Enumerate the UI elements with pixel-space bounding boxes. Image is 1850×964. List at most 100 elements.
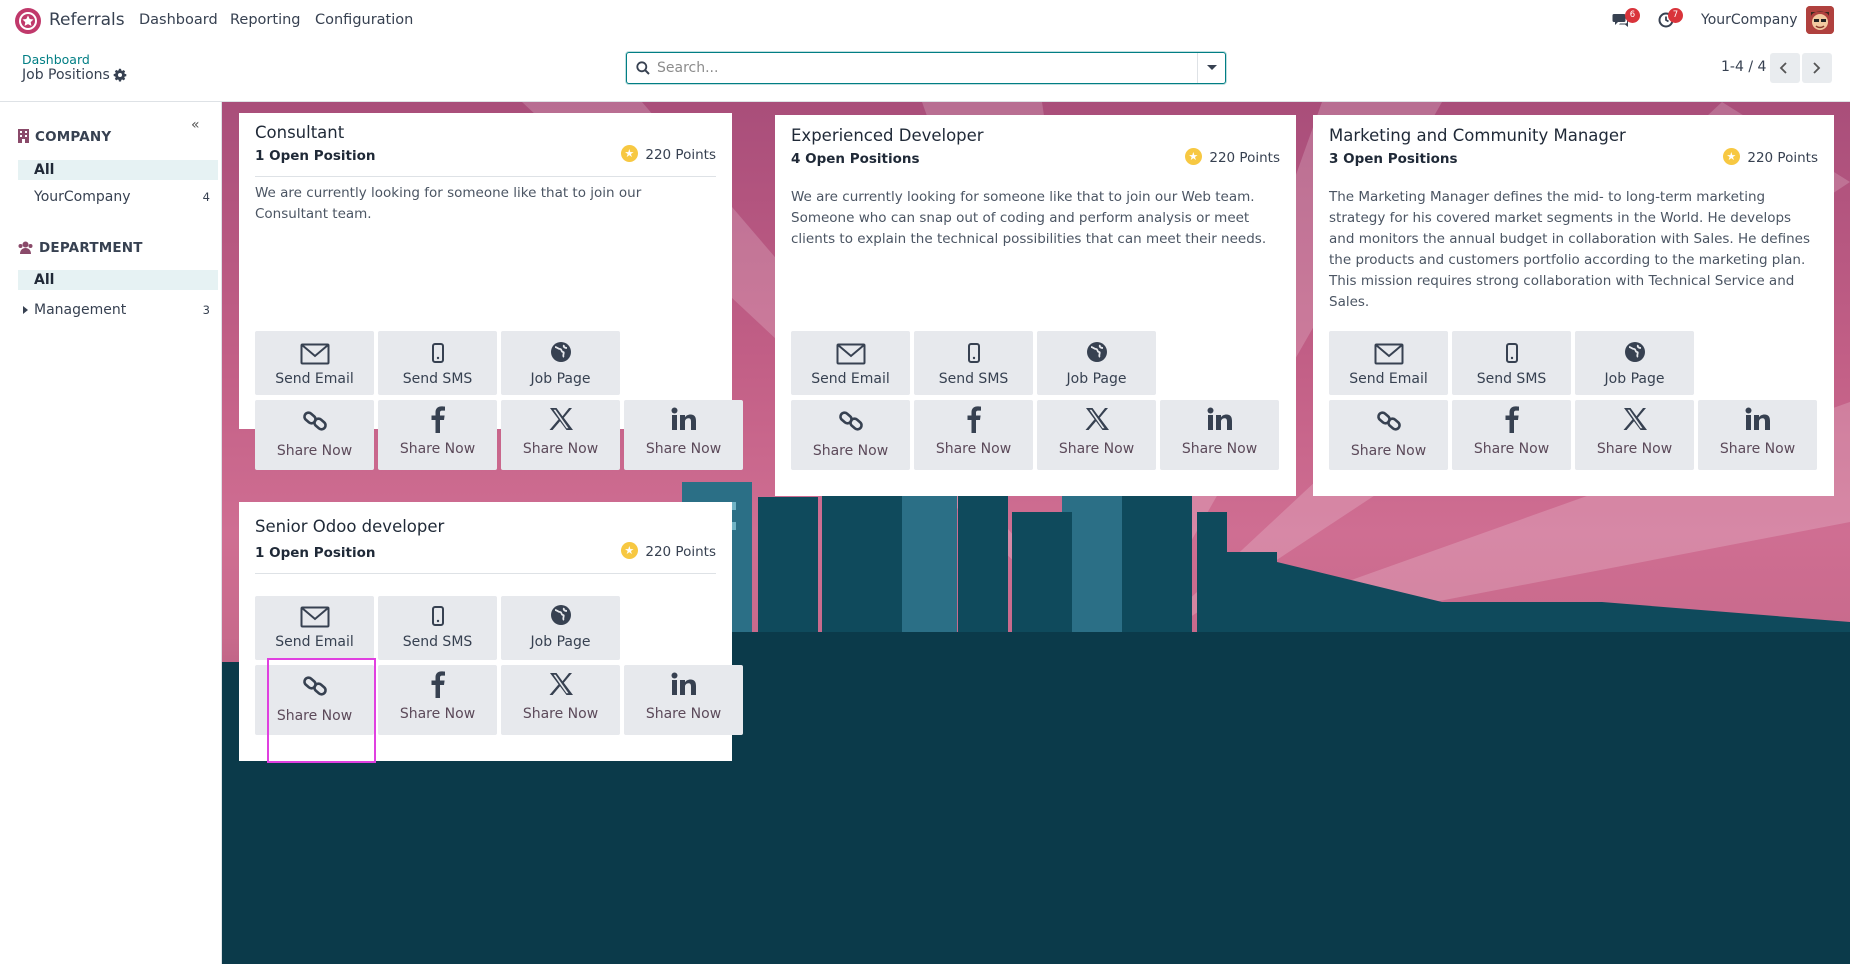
- open-positions: 4 Open Positions: [791, 151, 920, 167]
- search-options-dropdown[interactable]: [1197, 53, 1225, 83]
- button-label: Share Now: [1058, 441, 1135, 457]
- share-facebook-button[interactable]: Share Now: [1452, 400, 1571, 470]
- job-page-button[interactable]: Job Page: [1575, 331, 1694, 395]
- open-positions: 3 Open Positions: [1329, 151, 1458, 167]
- points-value: 220 Points: [1747, 150, 1818, 166]
- job-page-button[interactable]: Job Page: [501, 596, 620, 660]
- sidebar-item-label: Management: [34, 302, 127, 318]
- share-x-button[interactable]: Share Now: [1575, 400, 1694, 470]
- company-switcher[interactable]: YourCompany: [1701, 12, 1798, 28]
- send-email-button[interactable]: Send Email: [255, 596, 374, 660]
- linkedin-icon: [671, 672, 696, 695]
- share-x-button[interactable]: Share Now: [501, 665, 620, 735]
- share-linkedin-button[interactable]: Share Now: [1160, 400, 1279, 470]
- sidebar-item-yourcompany[interactable]: YourCompany 4: [18, 187, 218, 207]
- send-sms-button[interactable]: Send SMS: [1452, 331, 1571, 395]
- job-card-senior-odoo-developer[interactable]: Senior Odoo developer 1 Open Position 22…: [239, 502, 743, 761]
- button-label: Job Page: [1604, 371, 1665, 387]
- button-label: Share Now: [1596, 441, 1673, 457]
- share-x-button[interactable]: Share Now: [1037, 400, 1156, 470]
- x-twitter-icon: [1623, 408, 1647, 430]
- menu-reporting[interactable]: Reporting: [230, 12, 301, 28]
- pager-next-button[interactable]: [1802, 53, 1832, 83]
- mobile-phone-icon: [967, 343, 980, 363]
- star-icon: [1723, 148, 1741, 165]
- sidebar-item-count: 4: [202, 190, 210, 204]
- sidebar-item-company-all[interactable]: All: [18, 160, 218, 180]
- chevron-right-icon: [1813, 62, 1821, 74]
- job-card-consultant[interactable]: Consultant 1 Open Position 220 Points We…: [239, 113, 743, 470]
- points-label: 220 Points: [621, 145, 716, 163]
- company-header-label: COMPANY: [35, 129, 112, 145]
- share-linkedin-button[interactable]: Share Now: [624, 400, 743, 470]
- button-label: Share Now: [645, 706, 722, 722]
- x-twitter-icon: [1085, 408, 1109, 430]
- chevron-left-icon: [1779, 62, 1787, 74]
- send-sms-button[interactable]: Send SMS: [378, 331, 497, 395]
- job-card-experienced-developer[interactable]: Experienced Developer 4 Open Positions 2…: [775, 115, 1296, 496]
- users-icon: [18, 241, 33, 254]
- job-page-button[interactable]: Job Page: [501, 331, 620, 395]
- share-linkedin-button[interactable]: Share Now: [624, 665, 743, 735]
- send-email-button[interactable]: Send Email: [791, 331, 910, 395]
- sidebar-item-label: All: [34, 162, 55, 178]
- share-link-button[interactable]: Share Now: [791, 400, 910, 470]
- share-link-button[interactable]: Share Now: [1329, 400, 1448, 470]
- send-email-button[interactable]: Send Email: [1329, 331, 1448, 395]
- x-twitter-icon: [549, 673, 573, 695]
- sidebar-item-label: All: [34, 272, 55, 288]
- job-page-button[interactable]: Job Page: [1037, 331, 1156, 395]
- collapse-sidebar-icon[interactable]: «: [191, 117, 200, 133]
- gear-icon[interactable]: [113, 68, 127, 82]
- menu-dashboard[interactable]: Dashboard: [139, 12, 218, 28]
- user-avatar[interactable]: [1806, 6, 1834, 34]
- share-facebook-button[interactable]: Share Now: [378, 665, 497, 735]
- share-link-button[interactable]: Share Now: [255, 665, 374, 735]
- linkedin-icon: [1745, 407, 1770, 430]
- button-label: Job Page: [530, 371, 591, 387]
- globe-icon: [1624, 342, 1645, 362]
- button-label: Send SMS: [938, 371, 1009, 387]
- job-title[interactable]: Senior Odoo developer: [255, 517, 444, 536]
- send-sms-button[interactable]: Send SMS: [914, 331, 1033, 395]
- sidebar-item-management[interactable]: Management 3: [18, 300, 218, 320]
- share-facebook-button[interactable]: Share Now: [378, 400, 497, 470]
- mobile-phone-icon: [431, 343, 444, 363]
- divider: [255, 573, 716, 574]
- button-label: Send Email: [811, 371, 890, 387]
- job-title[interactable]: Marketing and Community Manager: [1329, 126, 1626, 145]
- referrals-logo-icon[interactable]: [14, 7, 42, 35]
- open-positions: 1 Open Position: [255, 148, 376, 164]
- share-link-button[interactable]: Share Now: [255, 400, 374, 470]
- send-email-button[interactable]: Send Email: [255, 331, 374, 395]
- button-label: Send Email: [275, 371, 354, 387]
- pager-value[interactable]: 1-4 / 4: [1721, 59, 1766, 75]
- envelope-icon: [300, 606, 329, 628]
- button-label: Share Now: [276, 708, 353, 724]
- job-card-marketing-community-manager[interactable]: Marketing and Community Manager 3 Open P…: [1313, 115, 1834, 496]
- share-linkedin-button[interactable]: Share Now: [1698, 400, 1817, 470]
- button-label: Send SMS: [1476, 371, 1547, 387]
- job-title[interactable]: Experienced Developer: [791, 126, 984, 145]
- button-label: Share Now: [935, 441, 1012, 457]
- send-sms-button[interactable]: Send SMS: [378, 596, 497, 660]
- mobile-phone-icon: [1505, 343, 1518, 363]
- button-label: Share Now: [1350, 443, 1427, 459]
- share-x-button[interactable]: Share Now: [501, 400, 620, 470]
- link-chain-icon: [302, 676, 327, 696]
- breadcrumb-dashboard[interactable]: Dashboard: [22, 52, 90, 67]
- app-name[interactable]: Referrals: [49, 10, 125, 30]
- job-title[interactable]: Consultant: [255, 123, 344, 142]
- search-panel-sidebar: « COMPANY All YourCompany 4 DEPARTMENT Al…: [0, 102, 222, 964]
- menu-configuration[interactable]: Configuration: [315, 12, 413, 28]
- sidebar-item-department-all[interactable]: All: [18, 270, 218, 290]
- link-chain-icon: [1376, 411, 1401, 431]
- share-facebook-button[interactable]: Share Now: [914, 400, 1033, 470]
- button-label: Send Email: [1349, 371, 1428, 387]
- pager-previous-button[interactable]: [1770, 53, 1800, 83]
- points-label: 220 Points: [621, 542, 716, 560]
- search-input[interactable]: [657, 58, 1177, 78]
- avatar-face-icon: [1806, 6, 1834, 34]
- caret-right-icon[interactable]: [23, 306, 28, 314]
- star-icon: [621, 145, 639, 162]
